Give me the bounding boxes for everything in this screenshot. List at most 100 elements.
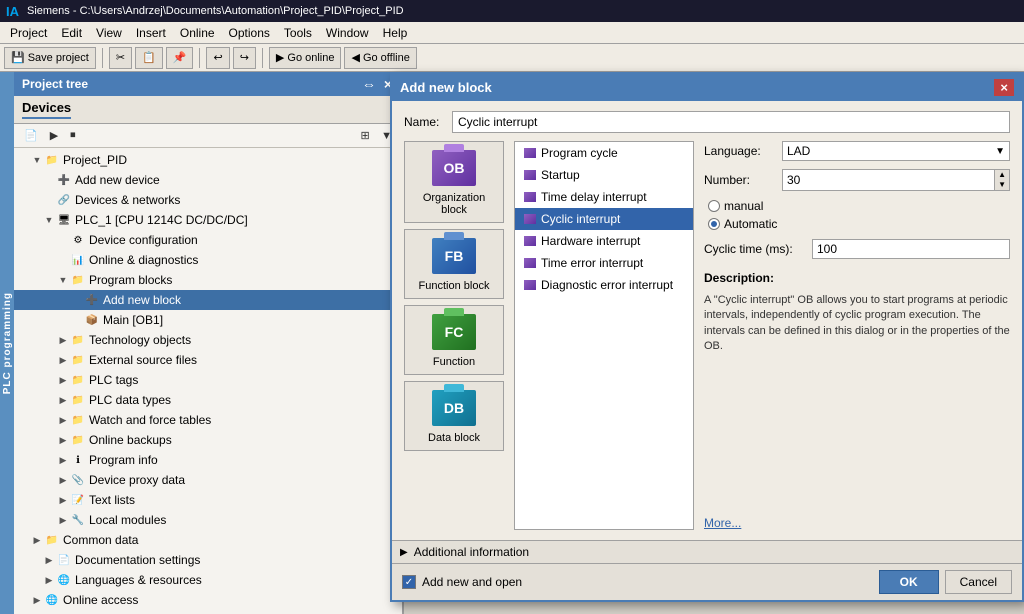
tree-item-local-modules[interactable]: ▶🔧Local modules	[14, 510, 402, 530]
automatic-radio-row[interactable]: Automatic	[708, 217, 1010, 231]
redo-button[interactable]: ↪	[233, 47, 256, 69]
tree-item-device-proxy-data[interactable]: ▶📎Device proxy data	[14, 470, 402, 490]
ob-block-button[interactable]: OB Organization block	[404, 141, 504, 223]
tree-icon-device-proxy-data: 📎	[70, 472, 86, 488]
menu-help[interactable]: Help	[377, 24, 414, 42]
automatic-radio-button[interactable]	[708, 218, 720, 230]
tree-item-tech-objects[interactable]: ▶📁Technology objects	[14, 330, 402, 350]
tree-item-online-access[interactable]: ▶🌐Online access	[14, 590, 402, 610]
tree-item-plc-tags[interactable]: ▶📁PLC tags	[14, 370, 402, 390]
tree-item-text-lists[interactable]: ▶📝Text lists	[14, 490, 402, 510]
add-open-checkbox[interactable]	[402, 575, 416, 589]
number-row: Number: ▲ ▼	[704, 169, 1010, 191]
additional-info-label: Additional information	[414, 545, 529, 559]
additional-info-expand-icon: ▶	[400, 547, 408, 558]
tree-icon-online-diagnostics: 📊	[70, 252, 86, 268]
dialog-title: Add new block	[400, 80, 492, 95]
tree-item-plc-data-types[interactable]: ▶📁PLC data types	[14, 390, 402, 410]
tree-item-project-pid[interactable]: ▼📁Project_PID	[14, 150, 402, 170]
additional-info-bar[interactable]: ▶ Additional information	[392, 540, 1022, 563]
devices-tab-label[interactable]: Devices	[22, 100, 71, 119]
tree-label-devices-networks: Devices & networks	[75, 193, 180, 207]
tree-item-watch-force[interactable]: ▶📁Watch and force tables	[14, 410, 402, 430]
tree-label-program-info: Program info	[89, 453, 158, 467]
manual-radio-button[interactable]	[708, 200, 720, 212]
language-select[interactable]: LAD ▼	[782, 141, 1010, 161]
db-block-button[interactable]: DB Data block	[404, 381, 504, 451]
menu-window[interactable]: Window	[320, 24, 375, 42]
tree-item-program-blocks[interactable]: ▼📁Program blocks	[14, 270, 402, 290]
manual-radio-row[interactable]: manual	[708, 199, 1010, 213]
expand-icon[interactable]: ⇔	[360, 76, 378, 92]
menu-project[interactable]: Project	[4, 24, 53, 42]
save-project-button[interactable]: 💾 Save project	[4, 47, 96, 69]
interrupt-item-hardware[interactable]: Hardware interrupt	[515, 230, 693, 252]
tree-item-online-diagnostics[interactable]: 📊Online & diagnostics	[14, 250, 402, 270]
expand-arrow-project-pid: ▼	[30, 155, 44, 165]
grid-view-button[interactable]: ⊞	[357, 127, 374, 144]
interrupt-label-program-cycle: Program cycle	[541, 146, 618, 160]
interrupt-item-cyclic[interactable]: Cyclic interrupt	[515, 208, 693, 230]
tree-item-plc1[interactable]: ▼🖥PLC_1 [CPU 1214C DC/DC/DC]	[14, 210, 402, 230]
copy-button[interactable]: 📋	[135, 47, 163, 69]
menu-view[interactable]: View	[90, 24, 128, 42]
dialog-close-button[interactable]: ×	[994, 79, 1014, 96]
tree-item-program-info[interactable]: ▶ℹProgram info	[14, 450, 402, 470]
interrupt-item-time-error[interactable]: Time error interrupt	[515, 252, 693, 274]
menu-edit[interactable]: Edit	[55, 24, 88, 42]
fc-block-button[interactable]: FC Function	[404, 305, 504, 375]
menu-insert[interactable]: Insert	[130, 24, 172, 42]
expand-arrow-plc-tags: ▶	[56, 375, 70, 386]
interrupt-item-time-delay[interactable]: Time delay interrupt	[515, 186, 693, 208]
undo-button[interactable]: ↩	[206, 47, 229, 69]
expand-arrow-plc-data-types: ▶	[56, 395, 70, 406]
expand-arrow-doc-settings: ▶	[42, 555, 56, 566]
tree-label-local-modules: Local modules	[89, 513, 166, 527]
menu-options[interactable]: Options	[223, 24, 276, 42]
ok-button[interactable]: OK	[879, 570, 939, 594]
tree-item-online-backups[interactable]: ▶📁Online backups	[14, 430, 402, 450]
tree-item-add-new-block[interactable]: ➕Add new block	[14, 290, 402, 310]
tree-item-languages-resources[interactable]: ▶🌐Languages & resources	[14, 570, 402, 590]
tree-icon-text-lists: 📝	[70, 492, 86, 508]
cancel-button[interactable]: Cancel	[945, 570, 1012, 594]
menu-online[interactable]: Online	[174, 24, 221, 42]
number-input[interactable]	[782, 169, 994, 191]
expand-arrow-device-proxy-data: ▶	[56, 475, 70, 486]
stop-button[interactable]: ⏹	[66, 127, 80, 144]
cut-button[interactable]: ✂	[109, 47, 132, 69]
cyclic-time-input[interactable]	[812, 239, 1010, 259]
spinbox-down-button[interactable]: ▼	[995, 180, 1009, 190]
language-label: Language:	[704, 144, 774, 158]
paste-button[interactable]: 📌	[166, 47, 194, 69]
tree-label-text-lists: Text lists	[89, 493, 135, 507]
tree-item-card-reader[interactable]: ▶💳Card Reader/USB memory	[14, 610, 402, 614]
tree-item-add-new-device[interactable]: ➕Add new device	[14, 170, 402, 190]
expand-arrow-online-access: ▶	[30, 595, 44, 606]
tree-item-common-data[interactable]: ▶📁Common data	[14, 530, 402, 550]
interrupt-item-startup[interactable]: Startup	[515, 164, 693, 186]
go-offline-button[interactable]: ◀ Go offline	[344, 47, 416, 69]
more-link[interactable]: More...	[704, 516, 1010, 530]
tree-item-device-config[interactable]: ⚙Device configuration	[14, 230, 402, 250]
interrupt-icon-hardware	[523, 234, 537, 248]
tree-item-external-source-files[interactable]: ▶📁External source files	[14, 350, 402, 370]
name-input[interactable]	[452, 111, 1010, 133]
expand-arrow-local-modules: ▶	[56, 515, 70, 526]
new-item-button[interactable]: 📄	[20, 127, 42, 144]
interrupt-item-diagnostic[interactable]: Diagnostic error interrupt	[515, 274, 693, 296]
play-button[interactable]: ▶	[46, 127, 62, 144]
block-types-area: OB Organization block FB Function block	[404, 141, 1010, 530]
tree-item-doc-settings[interactable]: ▶📄Documentation settings	[14, 550, 402, 570]
go-online-button[interactable]: ▶ Go online	[269, 47, 342, 69]
plc-programming-label-container: PLC programming	[0, 72, 14, 614]
tree-item-devices-networks[interactable]: 🔗Devices & networks	[14, 190, 402, 210]
spinbox-up-button[interactable]: ▲	[995, 170, 1009, 180]
fb-block-button[interactable]: FB Function block	[404, 229, 504, 299]
menu-tools[interactable]: Tools	[278, 24, 318, 42]
tree-item-main-ob1[interactable]: 📦Main [OB1]	[14, 310, 402, 330]
expand-arrow-program-blocks: ▼	[56, 275, 70, 285]
interrupt-icon-time-error	[523, 256, 537, 270]
interrupt-item-program-cycle[interactable]: Program cycle	[515, 142, 693, 164]
add-new-block-dialog: Add new block × Name: OB	[390, 72, 1024, 602]
